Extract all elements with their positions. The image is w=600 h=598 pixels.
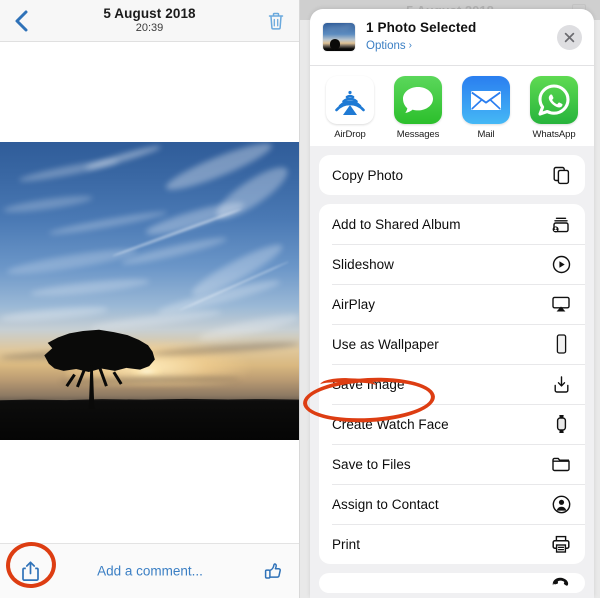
share-target-whatsapp[interactable]: WhatsApp [528,76,580,140]
share-sheet-panel: 5 August 2018 1 Photo Selected Options › [300,0,600,598]
share-targets-row: AirDrop Messages Mail WhatsApp [310,66,594,146]
action-row-save-image[interactable]: Save Image [319,364,585,404]
play-circle-icon [550,253,572,275]
share-sheet-header: 1 Photo Selected Options › [310,9,594,65]
share-target-mail[interactable]: Mail [460,76,512,140]
photo-time: 20:39 [135,22,164,35]
action-label: Add to Shared Album [332,216,461,232]
action-label: Slideshow [332,256,394,272]
messages-icon [394,76,442,124]
folder-icon [550,453,572,475]
action-row-create-watch-face[interactable]: Create Watch Face [319,404,585,444]
photo-meta: 5 August 2018 20:39 [103,6,195,34]
copy-icon [550,164,572,186]
photo-actions-bar: Add a comment... [0,543,299,598]
share-sheet: 1 Photo Selected Options › AirDrop Messa… [310,9,594,598]
close-icon[interactable] [557,24,582,50]
printer-icon [550,533,572,555]
share-target-messages[interactable]: Messages [392,76,444,140]
photo-image[interactable] [0,142,299,440]
thumbs-up-icon[interactable] [260,557,286,585]
action-label: Print [332,536,361,552]
tree-silhouette [42,327,156,409]
action-card-1: Copy Photo [319,155,585,195]
action-row-use-as-wallpaper[interactable]: Use as Wallpaper [319,324,585,364]
action-label: AirPlay [332,296,376,312]
back-button[interactable] [8,7,34,35]
action-label: Assign to Contact [332,496,439,512]
airplay-icon [550,293,572,315]
share-target-label: WhatsApp [532,129,576,140]
action-label: Use as Wallpaper [332,336,439,352]
action-card-2: Add to Shared Album Slideshow AirPlay Us… [319,204,585,564]
action-row-save-to-files[interactable]: Save to Files [319,444,585,484]
selection-title: 1 Photo Selected [366,19,477,35]
action-card-3-partial [319,573,585,593]
action-row-print[interactable]: Print [319,524,585,564]
action-row-slideshow[interactable]: Slideshow [319,244,585,284]
whatsapp-icon [530,76,578,124]
photo-viewer-panel: 5 August 2018 20:39 Add a comment... [0,0,300,598]
action-label: Save Image [332,376,405,392]
share-target-airdrop[interactable]: AirDrop [324,76,376,140]
options-label: Options [366,40,406,53]
action-row-assign-to-contact[interactable]: Assign to Contact [319,484,585,524]
action-row-partial[interactable] [319,573,585,593]
photo-viewer-header: 5 August 2018 20:39 [0,0,299,42]
share-sheet-title-block: 1 Photo Selected Options › [366,20,557,55]
action-label: Create Watch Face [332,416,449,432]
action-row-copy-photo[interactable]: Copy Photo [319,155,585,195]
contact-person-icon [550,493,572,515]
selected-photo-thumbnail [322,22,356,52]
mail-icon [462,76,510,124]
share-target-label: Mail [477,129,495,140]
photo-canvas [0,142,299,440]
shared-album-icon [550,213,572,235]
airdrop-icon [326,76,374,124]
share-target-label: AirDrop [334,129,366,140]
trash-icon[interactable] [263,7,289,35]
save-download-icon [550,373,572,395]
chevron-right-icon: › [408,40,412,52]
watch-icon [550,413,572,435]
share-target-label: Messages [396,129,440,140]
options-link[interactable]: Options › [366,40,412,52]
screenshot-root: 5 August 2018 20:39 Add a comment... 1 P… [0,0,600,598]
comment-input[interactable]: Add a comment... [0,564,299,579]
action-row-add-to-shared-album[interactable]: Add to Shared Album [319,204,585,244]
action-row-airplay[interactable]: AirPlay [319,284,585,324]
photo-date: 5 August 2018 [103,6,196,22]
phone-icon [550,333,572,355]
action-label: Save to Files [332,456,411,472]
action-label: Copy Photo [332,167,404,183]
telephone-handset-icon [550,573,572,593]
